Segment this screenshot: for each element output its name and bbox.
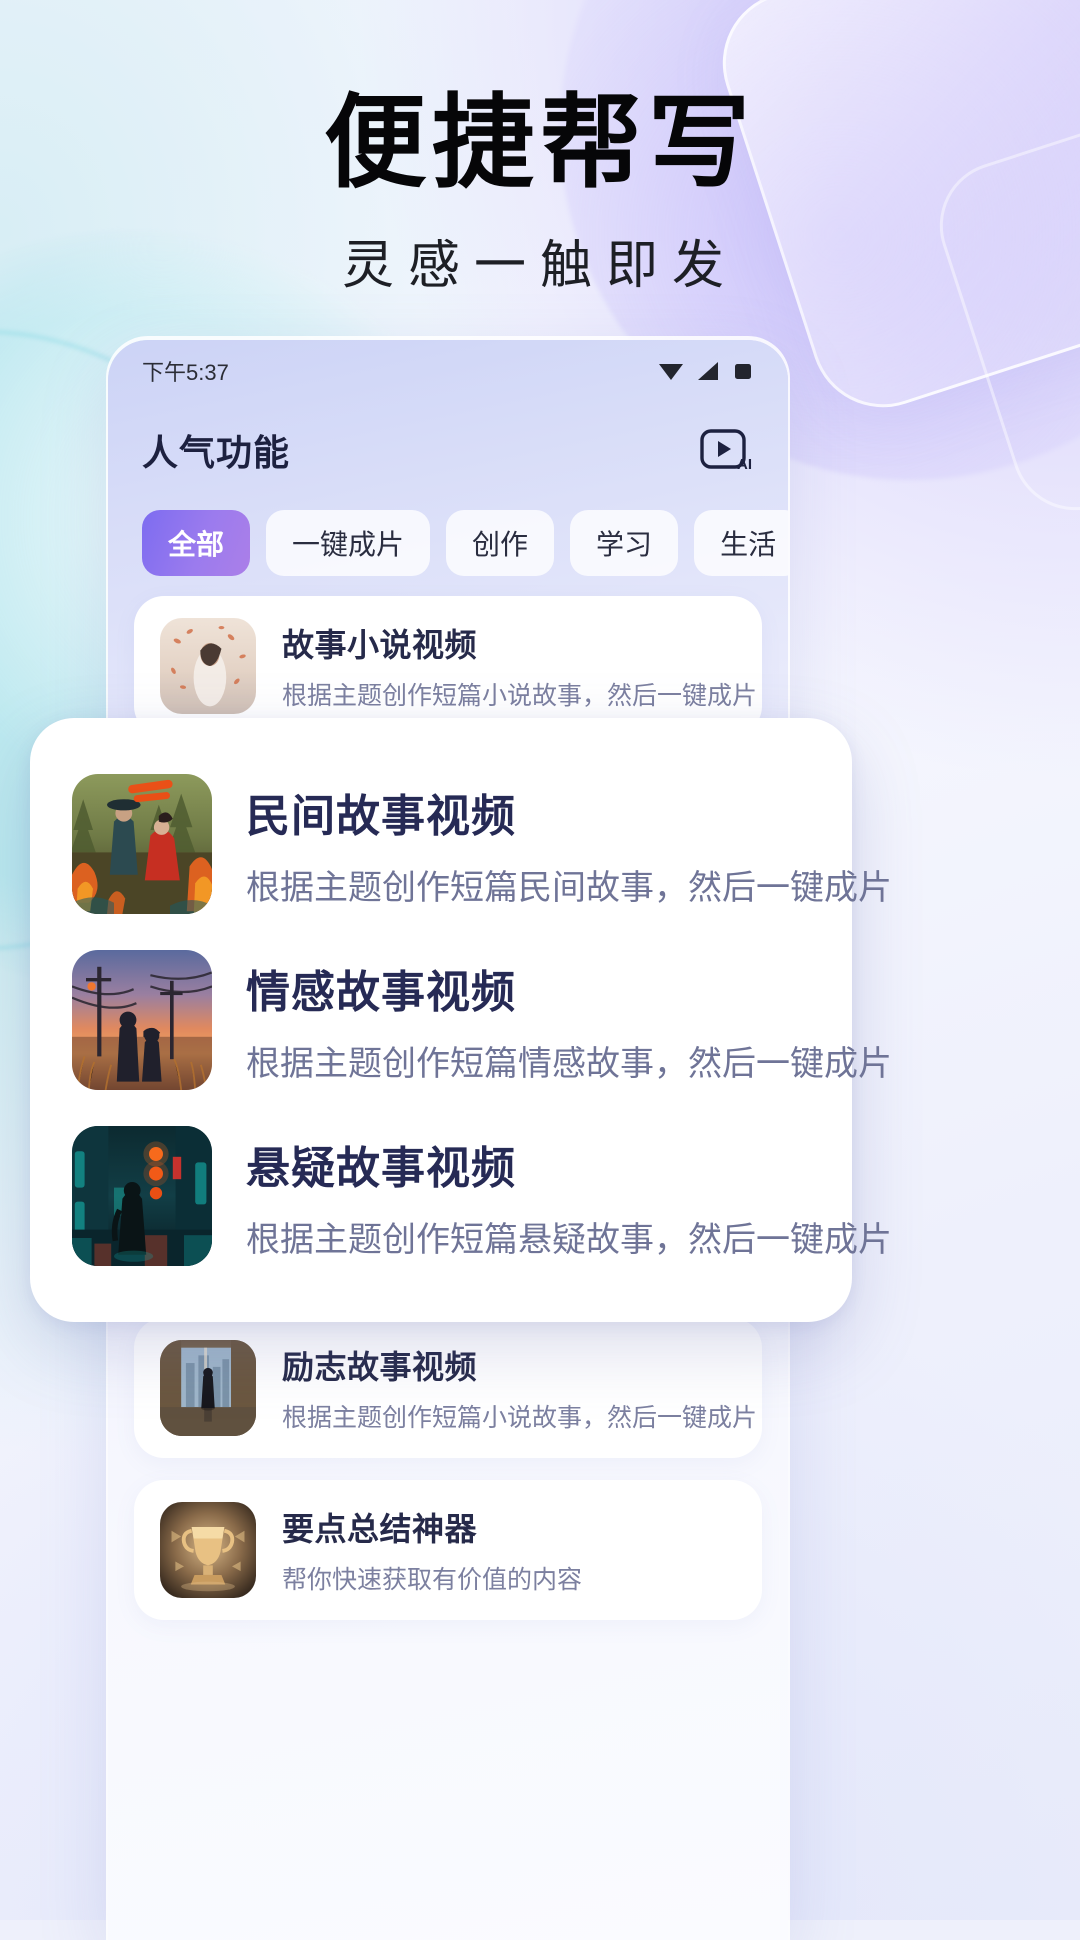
list-item-text: 故事小说视频 根据主题创作短篇小说故事，然后一键成片	[282, 620, 758, 712]
popup-item-folk[interactable]: 民间故事视频 根据主题创作短篇民间故事，然后一键成片	[64, 756, 892, 932]
page-title: 人气功能	[142, 432, 291, 473]
svg-text:AI: AI	[737, 456, 752, 473]
battery-icon	[732, 360, 754, 382]
popup-item-title: 民间故事视频	[246, 791, 516, 841]
hero-title: 便捷帮写	[324, 84, 756, 203]
status-bar-icons	[658, 360, 754, 382]
status-bar: 下午5:37	[108, 340, 788, 402]
tab-study[interactable]: 学习	[570, 510, 679, 576]
popup-item-desc: 根据主题创作短篇民间故事，然后一键成片	[246, 868, 892, 907]
folk-tale-forest-thumb	[72, 774, 212, 914]
tab-one-click-video[interactable]: 一键成片	[266, 510, 431, 576]
status-bar-time: 下午5:37	[142, 360, 229, 385]
popup-item-title: 情感故事视频	[246, 967, 516, 1017]
tab-create[interactable]: 创作	[446, 510, 555, 576]
list-item[interactable]: 要点总结神器 帮你快速获取有价值的内容	[134, 1480, 762, 1620]
hero-subtitle: 灵感一触即发	[341, 237, 738, 296]
list-item-title: 励志故事视频	[282, 1349, 478, 1385]
popup-item-title: 悬疑故事视频	[246, 1143, 516, 1193]
app-header: 人气功能 AI	[108, 402, 788, 498]
golden-trophy-thumb	[160, 1502, 256, 1598]
popup-item-text: 悬疑故事视频 根据主题创作短篇悬疑故事，然后一键成片	[246, 1132, 892, 1261]
list-item-desc: 根据主题创作短篇小说故事，然后一键成片	[282, 682, 758, 710]
list-item[interactable]: 励志故事视频 根据主题创作短篇小说故事，然后一键成片	[134, 1318, 762, 1458]
neon-alley-thumb	[72, 1126, 212, 1266]
woman-petals-thumb	[160, 618, 256, 714]
popup-item-desc: 根据主题创作短篇情感故事，然后一键成片	[246, 1044, 892, 1083]
man-window-city-thumb	[160, 1340, 256, 1436]
popup-item-text: 情感故事视频 根据主题创作短篇情感故事，然后一键成片	[246, 956, 892, 1085]
wifi-icon	[658, 360, 684, 382]
list-item-title: 故事小说视频	[282, 627, 478, 663]
list-item-text: 要点总结神器 帮你快速获取有价值的内容	[282, 1504, 736, 1596]
list-item[interactable]: 故事小说视频 根据主题创作短篇小说故事，然后一键成片	[134, 596, 762, 736]
list-item-desc: 帮你快速获取有价值的内容	[282, 1566, 583, 1594]
highlight-popup: 民间故事视频 根据主题创作短篇民间故事，然后一键成片 情感故事视频 根据主题创作…	[30, 718, 892, 1322]
hero-section: 便捷帮写 灵感一触即发	[0, 90, 1080, 298]
list-item-title: 要点总结神器	[282, 1511, 478, 1547]
list-item-desc: 根据主题创作短篇小说故事，然后一键成片	[282, 1404, 758, 1432]
popup-item-text: 民间故事视频 根据主题创作短篇民间故事，然后一键成片	[246, 780, 892, 909]
sunset-couple-thumb	[72, 950, 212, 1090]
popup-item-mystery[interactable]: 悬疑故事视频 根据主题创作短篇悬疑故事，然后一键成片	[64, 1108, 892, 1284]
popup-item-desc: 根据主题创作短篇悬疑故事，然后一键成片	[246, 1220, 892, 1259]
tab-life[interactable]: 生活	[694, 510, 788, 576]
category-tabs: 全部 一键成片 创作 学习 生活	[108, 498, 788, 576]
signal-icon	[696, 360, 720, 382]
popup-item-emotional[interactable]: 情感故事视频 根据主题创作短篇情感故事，然后一键成片	[64, 932, 892, 1108]
list-item-text: 励志故事视频 根据主题创作短篇小说故事，然后一键成片	[282, 1342, 758, 1434]
ai-video-icon[interactable]: AI	[698, 422, 754, 478]
tab-all[interactable]: 全部	[142, 510, 251, 576]
